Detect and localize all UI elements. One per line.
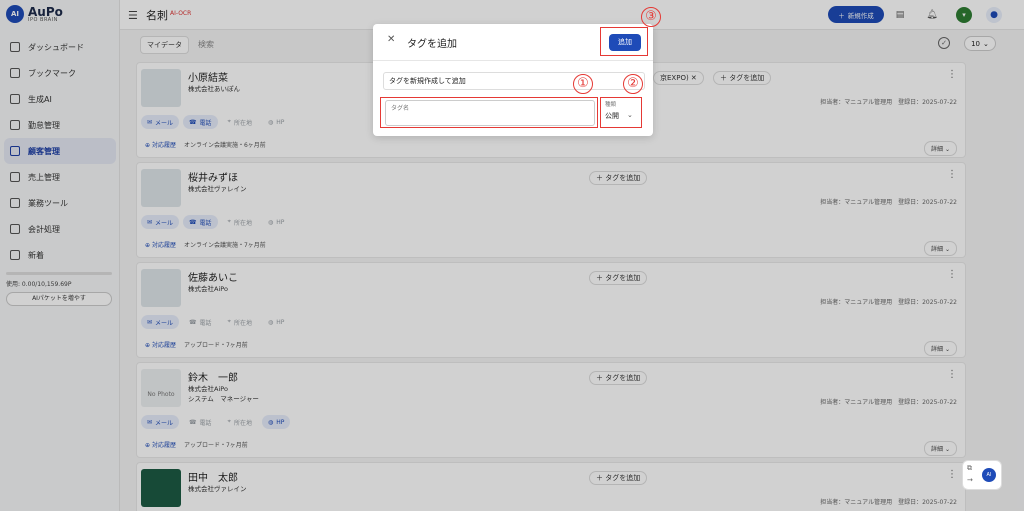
arrow-right-icon[interactable]: →	[967, 476, 973, 484]
dialog-title: タグを追加	[407, 39, 457, 50]
expand-icon[interactable]: ⧉	[967, 464, 972, 473]
annotation-marker-1: ①	[573, 74, 593, 94]
annotation-box-add	[600, 27, 648, 56]
new-tag-option[interactable]: タグを新規作成して追加	[383, 72, 645, 90]
divider	[373, 60, 653, 61]
close-icon[interactable]: ✕	[387, 34, 395, 45]
ai-chat-icon[interactable]: AI	[982, 468, 996, 482]
annotation-box-type	[600, 97, 642, 128]
annotation-marker-2: ②	[623, 74, 643, 94]
floating-ai-panel[interactable]: ⧉ → AI	[962, 460, 1002, 490]
annotation-marker-3: ③	[641, 7, 661, 27]
annotation-box-tag-name	[380, 97, 598, 128]
